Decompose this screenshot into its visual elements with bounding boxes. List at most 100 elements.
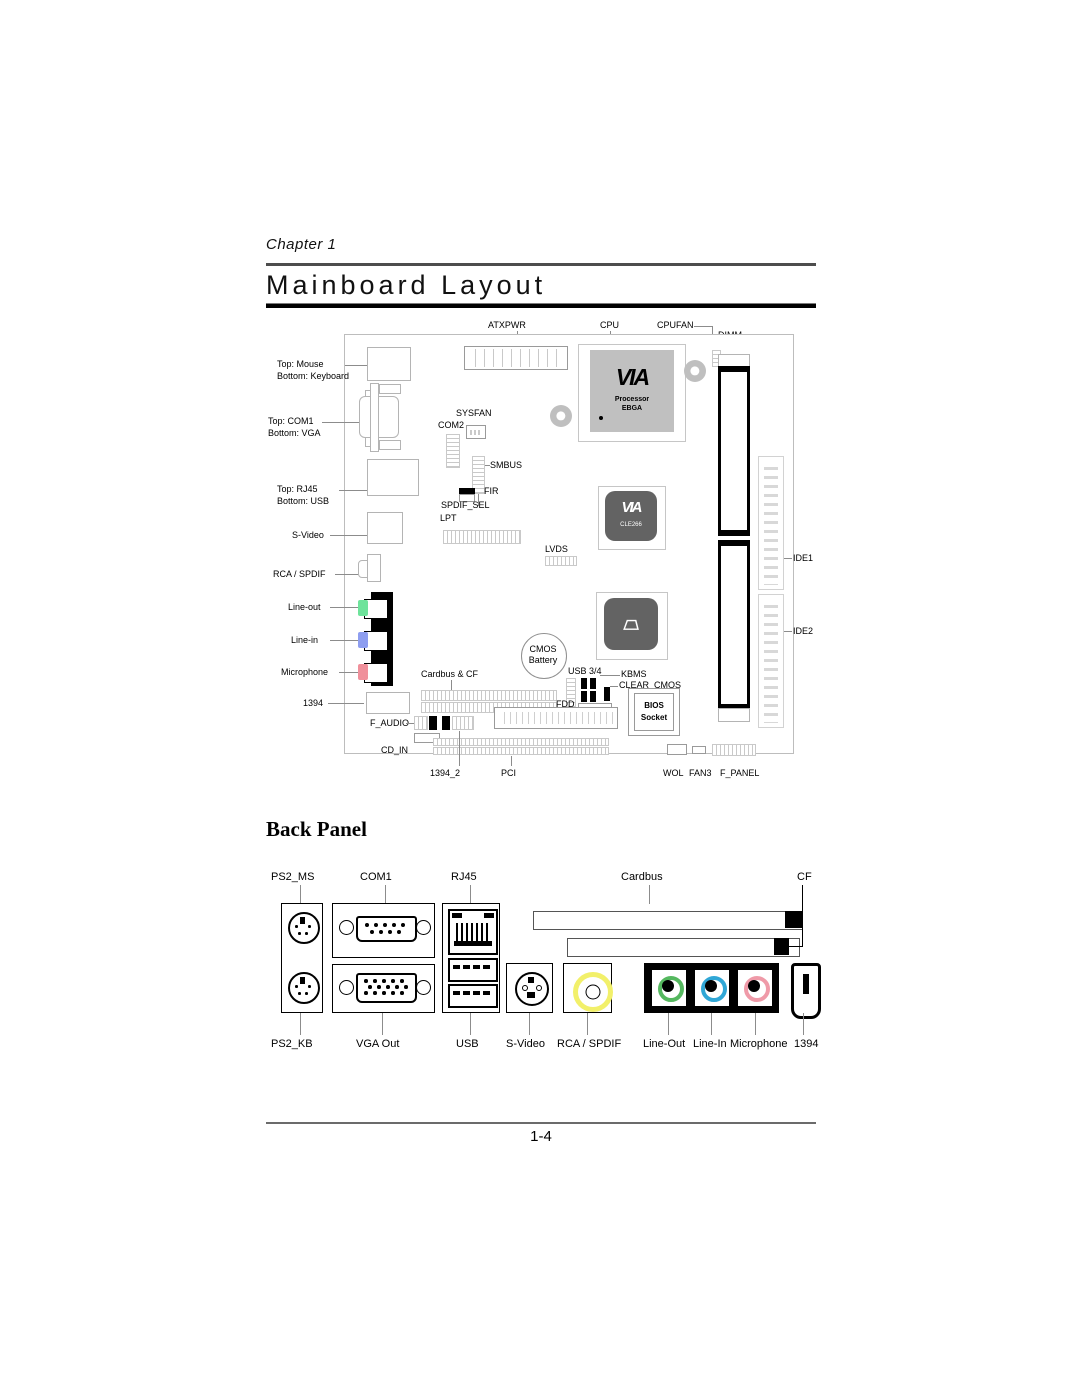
atxpwr-connector	[464, 346, 568, 370]
northbridge-chip: VIA CLE266	[605, 491, 657, 541]
label-smbus: SMBUS	[490, 460, 523, 470]
label-fan3: FAN3	[689, 768, 712, 778]
cf-eject-tab	[774, 938, 789, 955]
bp-label-usb: USB	[456, 1038, 479, 1050]
label-svideo-left: S-Video	[292, 530, 324, 540]
fdd-connector	[494, 707, 618, 729]
svideo-port	[515, 972, 549, 1006]
clear-cmos-jumper-a	[581, 691, 587, 702]
com1-screw-left	[339, 920, 354, 935]
f-audio-jumper-1	[429, 716, 437, 730]
bp-label-rj45: RJ45	[451, 871, 477, 883]
label-1394-left: 1394	[303, 698, 324, 708]
lead-line-out	[330, 607, 360, 608]
label-usb34: USB 3/4	[568, 666, 602, 676]
label-keyboard: Bottom: Keyboard	[277, 371, 350, 381]
clear-cmos-jumper-b	[590, 691, 596, 702]
label-cmos: CMOS	[529, 644, 557, 654]
label-rca-spdif-left: RCA / SPDIF	[273, 569, 326, 579]
bp-lead-microphone	[755, 1013, 756, 1035]
page-number: 1-4	[530, 1128, 552, 1145]
label-battery: Battery	[528, 655, 558, 665]
ide1-connector	[758, 456, 784, 590]
bp-lead-com1	[385, 885, 386, 903]
microphone-hole	[748, 980, 760, 992]
lpt-header	[443, 530, 521, 544]
label-wol: WOL	[663, 768, 684, 778]
com2-header	[446, 434, 460, 468]
bios-label: BIOS	[644, 701, 664, 710]
lead-microphone	[339, 672, 360, 673]
cardbus-eject-tab	[785, 911, 802, 928]
microphone-color-chip	[358, 664, 368, 680]
label-f-audio: F_AUDIO	[370, 718, 410, 728]
cardbus-slot-1	[421, 690, 557, 701]
lead-svideo	[330, 535, 370, 536]
bp-label-cf: CF	[797, 871, 812, 883]
bp-label-svideo: S-Video	[506, 1038, 545, 1050]
lead-rca	[335, 574, 360, 575]
bp-label-1394: 1394	[794, 1038, 819, 1050]
sysfan-header	[466, 425, 486, 439]
ps2-mouse-port	[288, 912, 320, 944]
clear-cmos-jumper-c	[604, 687, 610, 701]
firewire-1394-port	[791, 963, 821, 1019]
f-audio-header-a	[414, 716, 428, 730]
ps2-keyboard-port	[288, 972, 320, 1004]
cpu-chip: VIA Processor EBGA	[590, 350, 674, 432]
vga-port	[356, 973, 417, 1003]
chapter-label: Chapter 1	[266, 236, 337, 253]
bp-lead-usb	[470, 1013, 471, 1035]
label-ide1: IDE1	[793, 553, 814, 563]
title-rule-bottom	[266, 303, 816, 308]
lead-f-audio	[406, 723, 414, 724]
f-audio-jumper-2	[442, 716, 450, 730]
label-com2: COM2	[438, 420, 465, 430]
bp-label-line-in: Line-In	[693, 1038, 727, 1050]
bp-lead-1394	[803, 1013, 804, 1035]
bp-lead-ps2-ms	[300, 885, 301, 903]
bp-lead-vga-out	[382, 1013, 383, 1035]
bp-lead-line-out	[668, 1013, 669, 1035]
usb-port-2	[448, 984, 498, 1008]
label-cd-in: CD_IN	[381, 745, 409, 755]
label-cardbus-cf: Cardbus & CF	[421, 669, 479, 679]
screw-hole-left	[550, 405, 572, 427]
vga-screw-right	[416, 980, 431, 995]
label-kbms: KBMS	[621, 669, 647, 679]
label-com1-left: Top: COM1	[268, 416, 314, 426]
label-mouse: Top: Mouse	[277, 359, 324, 369]
bp-label-vga-out: VGA Out	[356, 1038, 400, 1050]
screw-hole-right	[684, 360, 706, 382]
lead-smbus	[485, 465, 490, 466]
bp-label-ps2-ms: PS2_MS	[271, 871, 315, 883]
line-out-color-chip	[358, 600, 368, 616]
line-in-color-chip	[358, 632, 368, 648]
label-cpufan: CPUFAN	[657, 320, 694, 330]
label-rj45-left: Top: RJ45	[277, 484, 318, 494]
rca-bracket	[367, 554, 381, 582]
dimm-slot-2	[718, 540, 750, 710]
bp-label-cardbus: Cardbus	[621, 871, 663, 883]
bp-lead-cardbus	[649, 885, 650, 904]
bp-lead-rca	[587, 1013, 588, 1035]
title-rule-top	[266, 263, 816, 266]
lead-cardbus-cf	[451, 680, 452, 690]
southbridge-chip: ⏢	[604, 598, 658, 650]
northbridge-part: CLE266	[620, 522, 642, 528]
label-cpu: CPU	[600, 320, 620, 330]
bp-lead-line-in	[711, 1013, 712, 1035]
rj45-port	[448, 909, 498, 955]
footer-rule	[266, 1122, 816, 1124]
label-vga-left: Bottom: VGA	[268, 428, 321, 438]
line-out-hole	[662, 980, 674, 992]
label-spdif-sel: SPDIF_SEL	[441, 500, 490, 510]
com1-port	[356, 916, 417, 942]
wol-header	[667, 744, 687, 755]
cpu-line2: EBGA	[621, 405, 643, 412]
label-lpt: LPT	[440, 513, 457, 523]
label-microphone-left: Microphone	[281, 667, 329, 677]
rj45-usb-stack	[367, 459, 419, 496]
bios-socket: BIOS Socket	[634, 693, 674, 731]
lead-kbms	[600, 675, 620, 676]
